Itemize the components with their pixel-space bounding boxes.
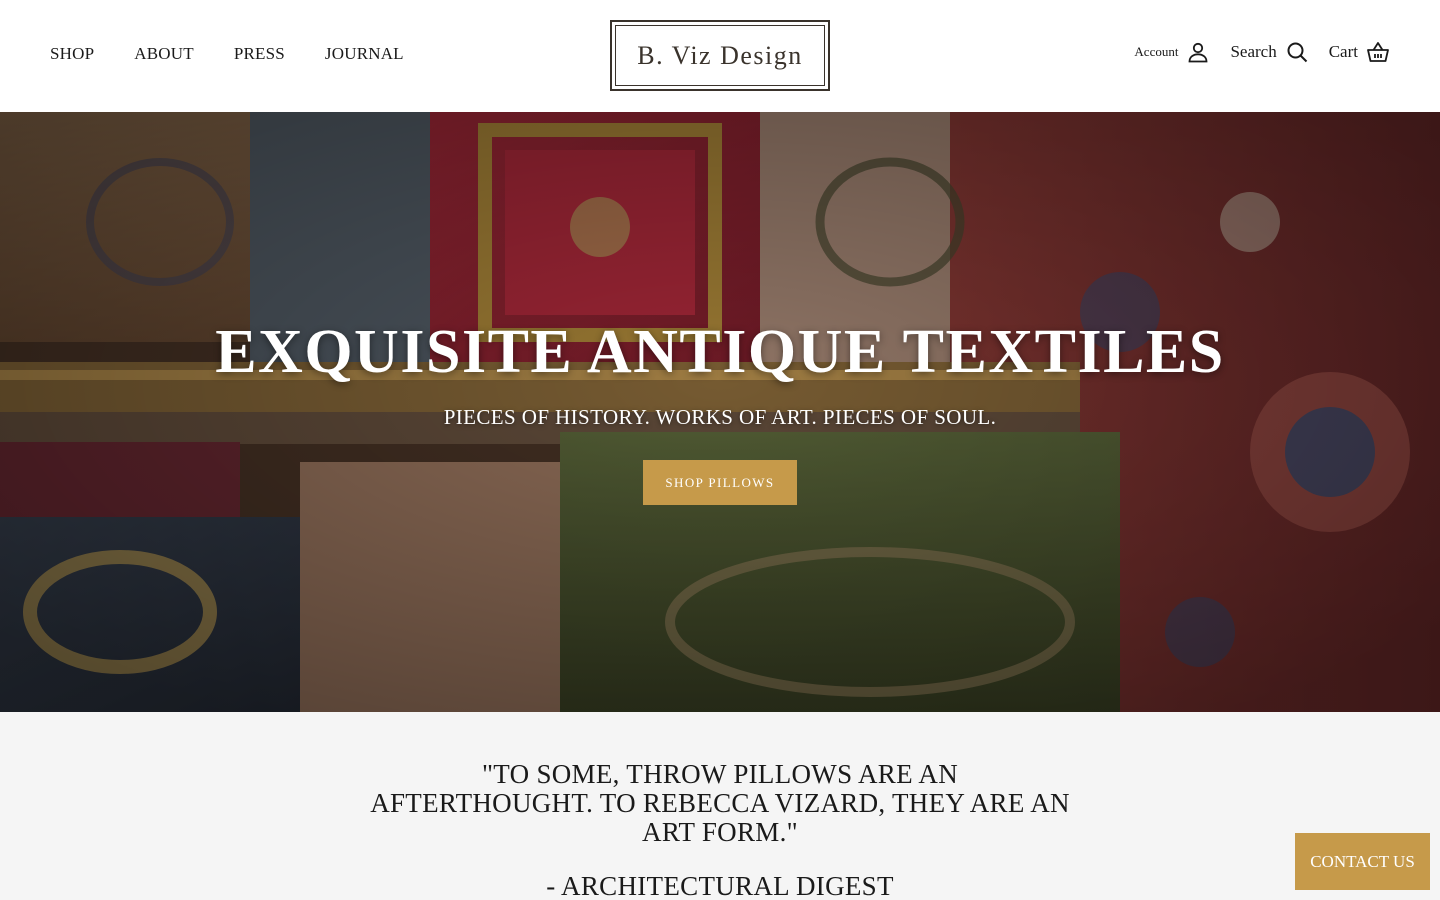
cart-label: Cart [1328,42,1358,61]
nav-about[interactable]: ABOUT [134,44,194,64]
press-quote: "TO SOME, THROW PILLOWS ARE AN AFTERTHOU… [0,760,1440,900]
hero-subtitle: PIECES OF HISTORY. WORKS OF ART. PIECES … [443,405,997,429]
search-icon [1285,40,1309,64]
header-utilities: Account Search Cart [1114,40,1390,64]
site-header: SHOP ABOUT PRESS JOURNAL B. Viz Design A… [0,0,1440,112]
hero-banner: EXQUISITE ANTIQUE TEXTILES PIECES OF HIS… [0,112,1440,712]
logo-text: B. Viz Design [637,40,803,70]
user-icon [1186,40,1210,64]
cart-link[interactable]: Cart [1329,40,1390,64]
account-link[interactable]: Account [1134,40,1210,64]
shop-pillows-button[interactable]: SHOP PILLOWS [643,460,797,505]
nav-journal[interactable]: JOURNAL [325,44,404,64]
account-label: Account [1134,44,1179,59]
contact-us-button[interactable]: CONTACT US [1295,833,1430,890]
main-nav: SHOP ABOUT PRESS JOURNAL [50,44,444,64]
nav-shop[interactable]: SHOP [50,44,94,64]
search-label: Search [1230,42,1277,61]
nav-press[interactable]: PRESS [234,44,285,64]
search-link[interactable]: Search [1230,40,1308,64]
quote-attribution: - ARCHITECTURAL DIGEST [546,871,894,900]
hero-title: EXQUISITE ANTIQUE TEXTILES [215,318,1225,386]
basket-icon [1366,40,1390,64]
site-logo[interactable]: B. Viz Design [610,20,830,91]
quote-text: "TO SOME, THROW PILLOWS ARE AN AFTERTHOU… [370,759,1070,847]
